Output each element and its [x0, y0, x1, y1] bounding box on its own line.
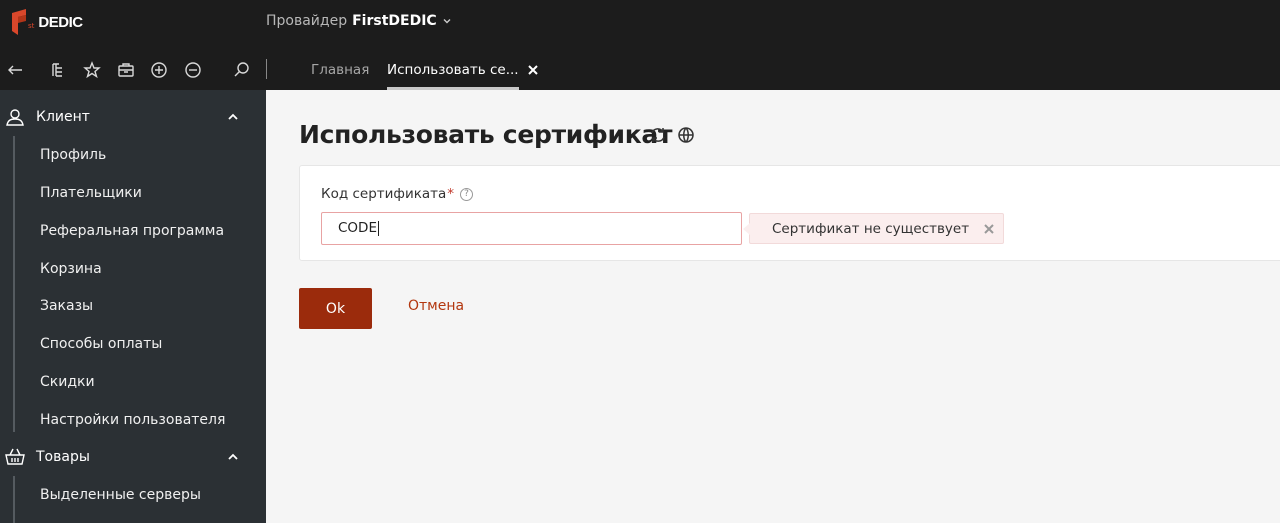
required-mark: *: [447, 186, 455, 202]
sidebar-group-client[interactable]: Клиент: [0, 98, 266, 136]
basket-icon: [4, 446, 26, 468]
provider-label: Провайдер: [266, 13, 348, 29]
globe-icon[interactable]: [676, 125, 696, 145]
plus-circle-icon[interactable]: [149, 60, 169, 80]
brand-prefix: st: [28, 22, 35, 30]
sidebar-group-label: Товары: [36, 449, 90, 465]
toolbar: Главная Использовать се...: [0, 50, 1280, 90]
chevron-up-icon[interactable]: [226, 450, 240, 464]
back-arrow-icon[interactable]: [5, 60, 25, 80]
page-title: Использовать сертификат: [299, 120, 673, 149]
sidebar-tree-line: [13, 136, 15, 432]
sidebar-item-referral[interactable]: Реферальная программа: [40, 221, 224, 241]
input-value: CODE: [338, 220, 377, 236]
form-card: Код сертификата * ? CODE Сертификат не с…: [299, 165, 1280, 261]
sidebar-item-user-settings[interactable]: Настройки пользователя: [40, 410, 225, 430]
certificate-code-label: Код сертификата * ?: [321, 186, 474, 202]
sidebar-group-products[interactable]: Товары: [0, 438, 266, 476]
error-tooltip: Сертификат не существует: [742, 213, 1005, 244]
search-icon[interactable]: [232, 60, 252, 80]
logo[interactable]: st DEDIC: [8, 6, 83, 38]
minus-circle-icon[interactable]: [183, 60, 203, 80]
provider-name: FirstDEDIC: [352, 13, 437, 29]
briefcase-icon[interactable]: [116, 60, 136, 80]
certificate-code-input[interactable]: CODE: [321, 212, 742, 245]
tree-icon[interactable]: [49, 60, 69, 80]
sidebar-item-dedicated-servers[interactable]: Выделенные серверы: [40, 485, 201, 505]
error-message: Сертификат не существует: [772, 220, 970, 237]
sidebar-group-label: Клиент: [36, 109, 90, 125]
sidebar-item-discounts[interactable]: Скидки: [40, 372, 95, 392]
cancel-button[interactable]: Отмена: [408, 298, 464, 314]
star-icon[interactable]: [82, 60, 102, 80]
user-icon: [4, 106, 26, 128]
close-icon[interactable]: [983, 223, 995, 235]
brand-name: DEDIC: [38, 13, 83, 31]
sidebar-item-profile[interactable]: Профиль: [40, 145, 106, 165]
chevron-up-icon[interactable]: [226, 110, 240, 124]
top-bar: st DEDIC Провайдер FirstDEDIC Главная Ис…: [0, 0, 1280, 90]
close-icon[interactable]: [526, 62, 540, 76]
sidebar-item-orders[interactable]: Заказы: [40, 296, 93, 316]
provider-selector[interactable]: Провайдер FirstDEDIC: [266, 13, 452, 29]
main-content: Использовать сертификат Код сертификата …: [266, 90, 1280, 523]
ok-button[interactable]: Ok: [299, 288, 372, 329]
sidebar-tree-line: [13, 476, 15, 523]
tab-label: Главная: [311, 62, 370, 78]
sidebar-item-payers[interactable]: Плательщики: [40, 183, 142, 203]
tab-label: Использовать се...: [387, 62, 519, 78]
sidebar-item-payment-methods[interactable]: Способы оплаты: [40, 334, 162, 354]
refresh-icon[interactable]: [648, 125, 668, 145]
sidebar-item-cart[interactable]: Корзина: [40, 259, 102, 279]
chevron-down-icon: [443, 19, 451, 24]
tab-home[interactable]: Главная: [311, 50, 369, 90]
toolbar-divider: [266, 59, 267, 79]
help-icon[interactable]: ?: [460, 187, 474, 201]
tab-use-certificate[interactable]: Использовать се...: [387, 50, 519, 90]
field-label-text: Код сертификата: [321, 186, 447, 202]
text-caret: [377, 220, 379, 236]
logo-mark-icon: [12, 9, 26, 35]
sidebar: Клиент Профиль Плательщики Реферальная п…: [0, 90, 266, 523]
